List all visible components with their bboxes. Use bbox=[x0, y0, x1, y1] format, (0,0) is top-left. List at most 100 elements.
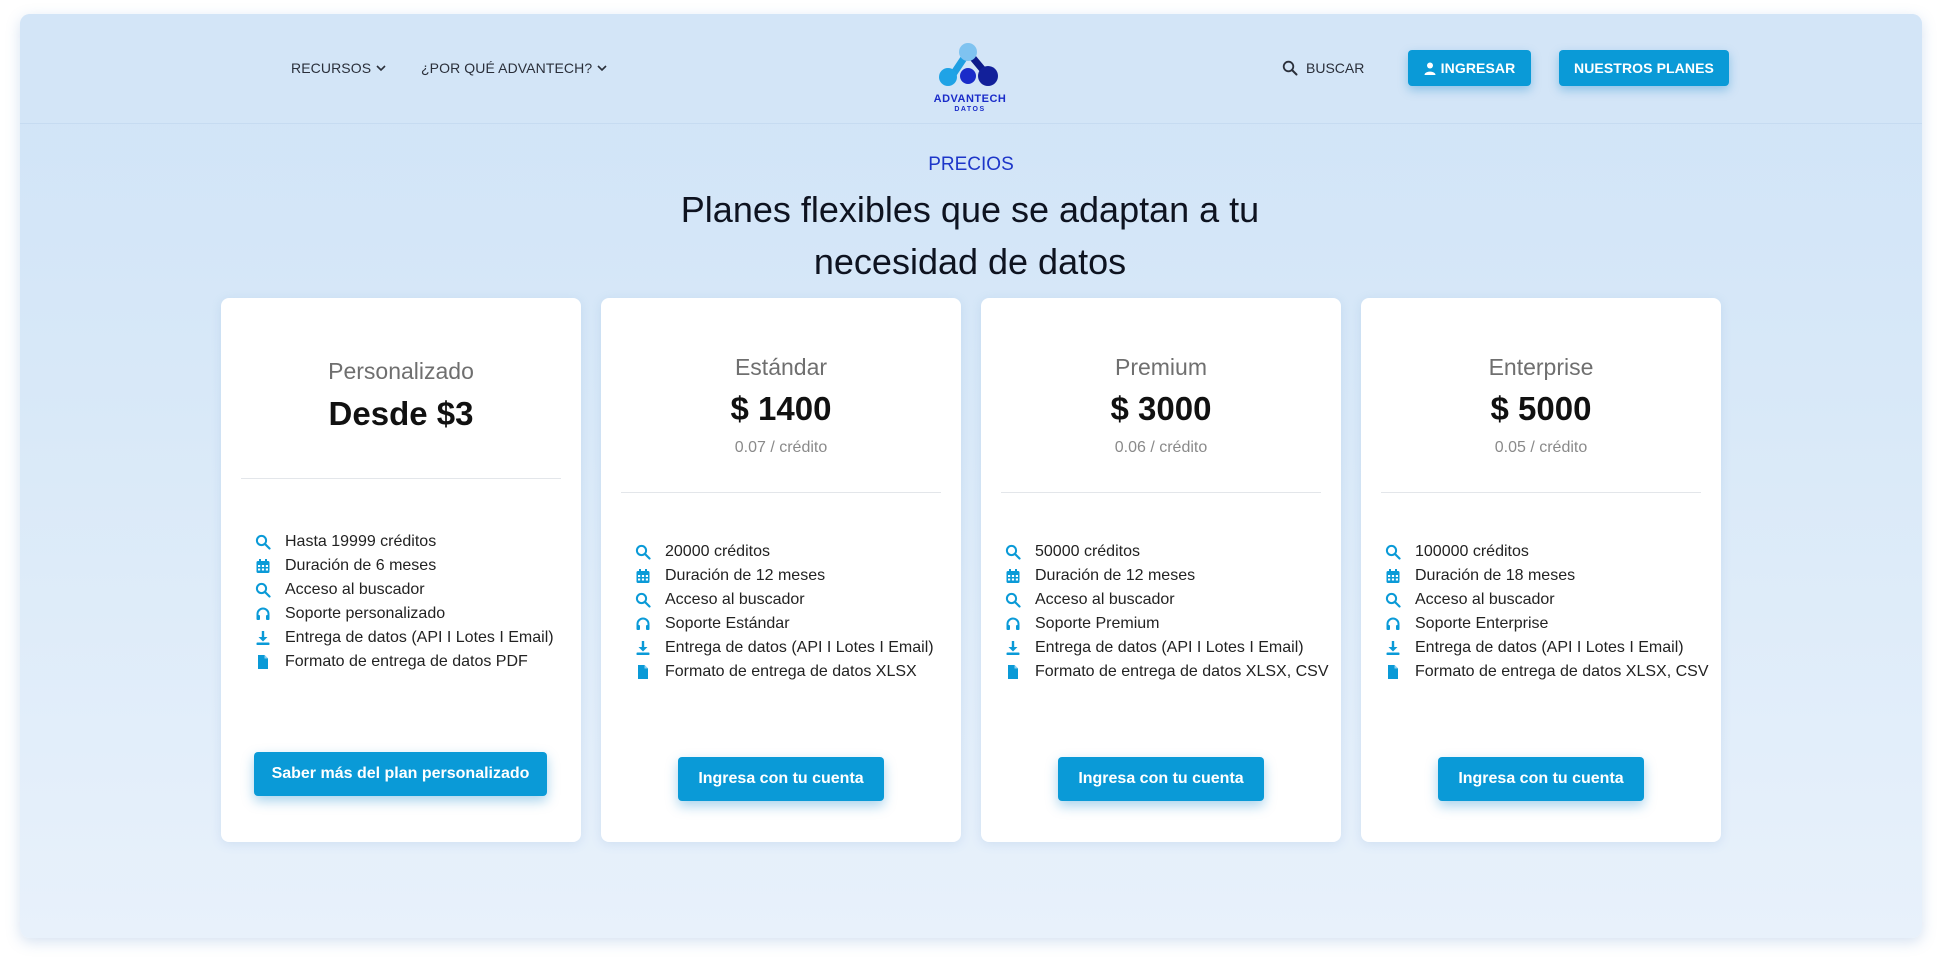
feature-item: Formato de entrega de datos XLSX bbox=[635, 660, 934, 684]
section-headline: Planes flexibles que se adaptan a tu nec… bbox=[680, 189, 1260, 282]
search-icon bbox=[1282, 60, 1298, 76]
plan-price: Desde $3 bbox=[328, 395, 474, 432]
user-icon bbox=[1424, 62, 1436, 75]
search-icon bbox=[1385, 544, 1401, 560]
login-label: INGRESAR bbox=[1440, 60, 1516, 76]
nav-recursos[interactable]: RECURSOS bbox=[291, 60, 387, 76]
feature-text: 20000 créditos bbox=[665, 543, 770, 560]
logo-wordmark: ADVANTECH bbox=[933, 93, 1007, 105]
feature-text: Duración de 6 meses bbox=[285, 557, 437, 574]
search-label: BUSCAR bbox=[1306, 60, 1365, 76]
search-link[interactable]: BUSCAR bbox=[1282, 60, 1364, 76]
feature-text: Entrega de datos (API I Lotes I Email) bbox=[665, 639, 934, 656]
download-icon bbox=[255, 630, 271, 646]
feature-text: Formato de entrega de datos XLSX, CSV bbox=[1415, 663, 1709, 680]
feature-item: Soporte Estándar bbox=[635, 612, 934, 636]
feature-text: Formato de entrega de datos XLSX bbox=[665, 663, 917, 680]
plan-card-enterprise: Enterprise $ 5000 0.05 / crédito 100000 … bbox=[1361, 298, 1721, 842]
download-icon bbox=[1385, 640, 1401, 656]
feature-text: Entrega de datos (API I Lotes I Email) bbox=[285, 629, 554, 646]
nav-por-que-label: ¿POR QUÉ ADVANTECH? bbox=[421, 60, 593, 76]
feature-text: Acceso al buscador bbox=[665, 591, 805, 608]
search-icon bbox=[1005, 544, 1021, 560]
card-divider bbox=[621, 492, 941, 493]
plan-name: Personalizado bbox=[328, 358, 474, 384]
feature-item: Entrega de datos (API I Lotes I Email) bbox=[1005, 636, 1329, 660]
search-icon bbox=[255, 582, 271, 598]
feature-item: Duración de 12 meses bbox=[635, 564, 934, 588]
feature-item: Entrega de datos (API I Lotes I Email) bbox=[255, 626, 554, 650]
navbar: RECURSOS ¿POR QUÉ ADVANTECH? ADVANTECH D… bbox=[20, 14, 1922, 124]
feature-item: 50000 créditos bbox=[1005, 540, 1329, 564]
plan-card-estandar: Estándar $ 1400 0.07 / crédito 20000 cré… bbox=[601, 298, 961, 842]
card-divider bbox=[1001, 492, 1321, 493]
plan-card-personalizado: Personalizado Desde $3 Hasta 19999 crédi… bbox=[221, 298, 581, 842]
chevron-down-icon bbox=[375, 62, 387, 74]
feature-item: Acceso al buscador bbox=[1005, 588, 1329, 612]
file-icon bbox=[255, 654, 271, 670]
search-icon bbox=[255, 534, 271, 550]
plan-price: $ 5000 bbox=[1490, 390, 1592, 427]
feature-item: Entrega de datos (API I Lotes I Email) bbox=[635, 636, 934, 660]
feature-item: Duración de 18 meses bbox=[1385, 564, 1709, 588]
feature-text: Formato de entrega de datos XLSX, CSV bbox=[1035, 663, 1329, 680]
logo-subtitle: DATOS bbox=[954, 106, 986, 113]
feature-item: 100000 créditos bbox=[1385, 540, 1709, 564]
feature-item: Formato de entrega de datos XLSX, CSV bbox=[1385, 660, 1709, 684]
calendar-icon bbox=[255, 558, 271, 574]
login-with-account-button[interactable]: Ingresa con tu cuenta bbox=[678, 757, 884, 801]
feature-item: Duración de 12 meses bbox=[1005, 564, 1329, 588]
file-icon bbox=[635, 664, 651, 680]
chevron-down-icon bbox=[596, 62, 608, 74]
feature-text: Soporte Estándar bbox=[665, 615, 790, 632]
file-icon bbox=[1385, 664, 1401, 680]
feature-text: Duración de 12 meses bbox=[1035, 567, 1196, 584]
search-icon bbox=[635, 544, 651, 560]
calendar-icon bbox=[635, 568, 651, 584]
advantech-logo[interactable]: ADVANTECH DATOS bbox=[922, 30, 1018, 114]
plan-name: Estándar bbox=[734, 354, 828, 380]
custom-plan-button[interactable]: Saber más del plan personalizado bbox=[254, 752, 547, 796]
feature-item: Acceso al buscador bbox=[635, 588, 934, 612]
feature-item: Soporte Premium bbox=[1005, 612, 1329, 636]
cta-label: Saber más del plan personalizado bbox=[271, 765, 530, 782]
feature-item: Entrega de datos (API I Lotes I Email) bbox=[1385, 636, 1709, 660]
section-eyebrow: PRECIOS bbox=[928, 154, 1014, 175]
feature-item: Soporte Enterprise bbox=[1385, 612, 1709, 636]
feature-text: 50000 créditos bbox=[1035, 543, 1140, 560]
login-with-account-button[interactable]: Ingresa con tu cuenta bbox=[1058, 757, 1264, 801]
search-icon bbox=[1005, 592, 1021, 608]
plan-card-premium: Premium $ 3000 0.06 / crédito 50000 créd… bbox=[981, 298, 1341, 842]
cta-label: Ingresa con tu cuenta bbox=[1078, 770, 1244, 787]
download-icon bbox=[635, 640, 651, 656]
logo-mark bbox=[939, 43, 998, 86]
feature-text: Acceso al buscador bbox=[1035, 591, 1175, 608]
card-divider bbox=[1381, 492, 1701, 493]
file-icon bbox=[1005, 664, 1021, 680]
feature-text: Duración de 12 meses bbox=[665, 567, 826, 584]
feature-text: Soporte Enterprise bbox=[1415, 615, 1549, 632]
our-plans-button[interactable]: NUESTROS PLANES bbox=[1559, 50, 1729, 86]
feature-text: Duración de 18 meses bbox=[1415, 567, 1576, 584]
card-divider bbox=[241, 478, 561, 479]
login-button[interactable]: INGRESAR bbox=[1408, 50, 1531, 86]
feature-text: Formato de entrega de datos PDF bbox=[285, 653, 528, 670]
login-with-account-button[interactable]: Ingresa con tu cuenta bbox=[1438, 757, 1644, 801]
feature-text: Acceso al buscador bbox=[285, 581, 425, 598]
feature-item: Acceso al buscador bbox=[1385, 588, 1709, 612]
feature-list: Hasta 19999 créditos Duración de 6 meses… bbox=[255, 530, 554, 674]
feature-item: Duración de 6 meses bbox=[255, 554, 554, 578]
feature-list: 20000 créditos Duración de 12 meses Acce… bbox=[635, 540, 934, 684]
headset-icon bbox=[1005, 616, 1021, 632]
cta-label: Ingresa con tu cuenta bbox=[698, 770, 864, 787]
cta-label: Ingresa con tu cuenta bbox=[1458, 770, 1624, 787]
feature-text: Acceso al buscador bbox=[1415, 591, 1555, 608]
plan-name: Enterprise bbox=[1488, 354, 1594, 380]
our-plans-label: NUESTROS PLANES bbox=[1574, 60, 1714, 76]
search-icon bbox=[1385, 592, 1401, 608]
feature-text: Soporte Premium bbox=[1035, 615, 1160, 632]
plan-name: Premium bbox=[1114, 354, 1207, 380]
nav-por-que-advantech[interactable]: ¿POR QUÉ ADVANTECH? bbox=[421, 60, 608, 76]
feature-text: Entrega de datos (API I Lotes I Email) bbox=[1415, 639, 1684, 656]
headset-icon bbox=[1385, 616, 1401, 632]
